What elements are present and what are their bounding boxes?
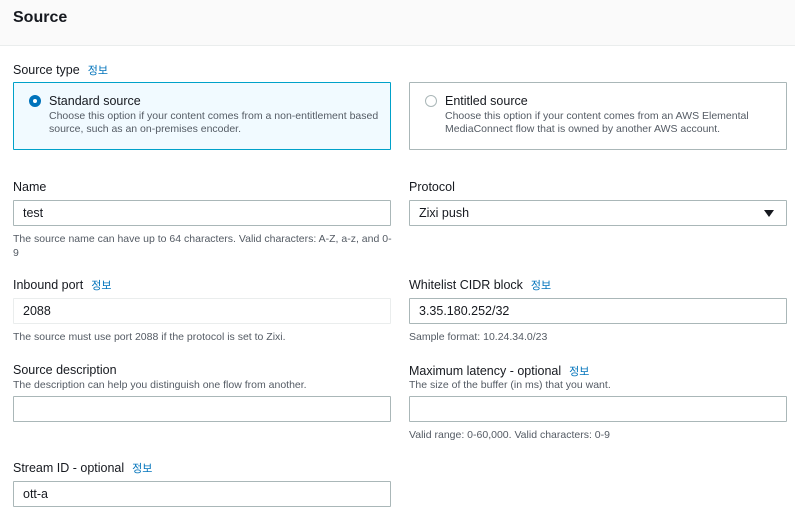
stream-id-label: Stream ID - optional 정보 [13,461,153,475]
stream-id-input[interactable]: ott-a [13,481,391,507]
standard-source-description: Choose this option if your content comes… [49,110,379,135]
standard-source-title: Standard source [49,94,141,108]
inbound-port-hint: The source must use port 2088 if the pro… [13,331,286,343]
entitled-source-title: Entitled source [445,94,528,108]
max-latency-input[interactable] [409,396,787,422]
source-description-label: Source description [13,363,117,377]
whitelist-cidr-input[interactable]: 3.35.180.252/32 [409,298,787,324]
name-label: Name [13,180,47,194]
max-latency-info-link[interactable]: 정보 [569,366,589,378]
source-type-info-link[interactable]: 정보 [88,65,108,77]
max-latency-hint: The size of the buffer (in ms) that you … [409,379,611,391]
protocol-selected-value: Zixi push [419,206,470,220]
entitled-source-option[interactable]: Entitled source Choose this option if yo… [409,82,787,150]
protocol-select[interactable]: Zixi push [409,200,787,226]
whitelist-cidr-info-link[interactable]: 정보 [531,280,551,292]
source-description-input[interactable] [13,396,391,422]
inbound-port-info-link[interactable]: 정보 [91,280,111,292]
section-title: Source [13,9,68,26]
standard-source-option[interactable]: Standard source Choose this option if yo… [13,82,391,150]
entitled-source-radio[interactable] [425,95,437,107]
standard-source-radio[interactable] [29,95,41,107]
source-description-hint: The description can help you distinguish… [13,379,307,391]
max-latency-valid-range-hint: Valid range: 0-60,000. Valid characters:… [409,429,610,441]
inbound-port-input[interactable]: 2088 [13,298,391,324]
stream-id-info-link[interactable]: 정보 [132,463,152,475]
name-hint: The source name can have up to 64 charac… [13,233,392,259]
entitled-source-description: Choose this option if your content comes… [445,110,749,135]
name-input[interactable]: test [13,200,391,226]
caret-down-icon [764,210,774,217]
whitelist-cidr-label: Whitelist CIDR block 정보 [409,278,552,292]
max-latency-label: Maximum latency - optional 정보 [409,364,590,378]
whitelist-cidr-hint: Sample format: 10.24.34.0/23 [409,331,548,343]
inbound-port-label: Inbound port 정보 [13,278,112,292]
protocol-label: Protocol [409,180,455,194]
source-type-label: Source type 정보 [13,63,108,77]
section-header: Source [0,0,795,46]
